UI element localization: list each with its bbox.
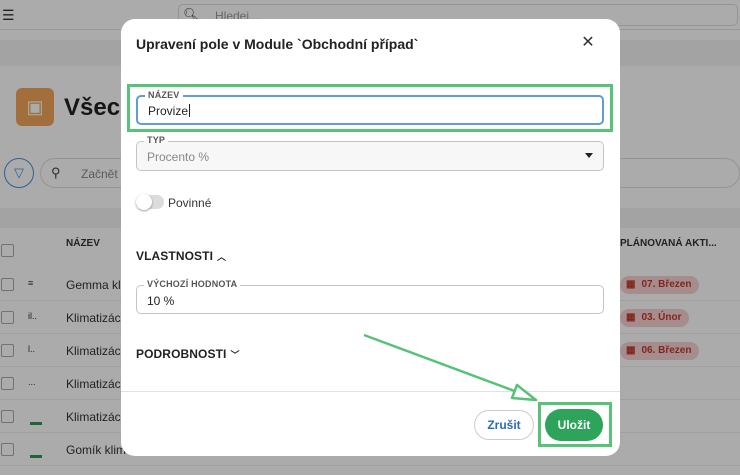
details-section-label: PODROBNOSTI [136,347,227,361]
details-section-toggle[interactable]: PODROBNOSTI ﹀ [136,347,240,361]
chevron-down-icon: ﹀ [230,350,240,360]
chevron-up-icon: ︿ [217,252,227,262]
type-select-label: TYP [144,135,169,145]
type-select[interactable]: TYP Procento % [136,135,604,171]
default-value-input[interactable]: 10 % [147,294,174,308]
required-toggle[interactable] [136,194,164,210]
toggle-knob [136,194,152,210]
name-field-highlight [127,84,613,132]
footer-divider [121,391,620,392]
default-value-field[interactable]: VÝCHOZÍ HODNOTA 10 % [136,279,604,314]
default-value-label: VÝCHOZÍ HODNOTA [144,279,241,289]
save-button-highlight [538,402,612,447]
properties-section-label: VLASTNOSTI [136,249,214,263]
properties-section-toggle[interactable]: VLASTNOSTI ︿ [136,249,226,263]
cancel-button[interactable]: Zrušit [474,410,534,440]
type-select-value: Procento % [147,150,210,164]
close-icon[interactable]: ✕ [578,33,598,53]
modal-title: Upravení pole v Module `Obchodní případ` [136,36,419,52]
chevron-down-icon[interactable] [585,153,593,158]
required-toggle-label: Povinné [168,196,212,210]
